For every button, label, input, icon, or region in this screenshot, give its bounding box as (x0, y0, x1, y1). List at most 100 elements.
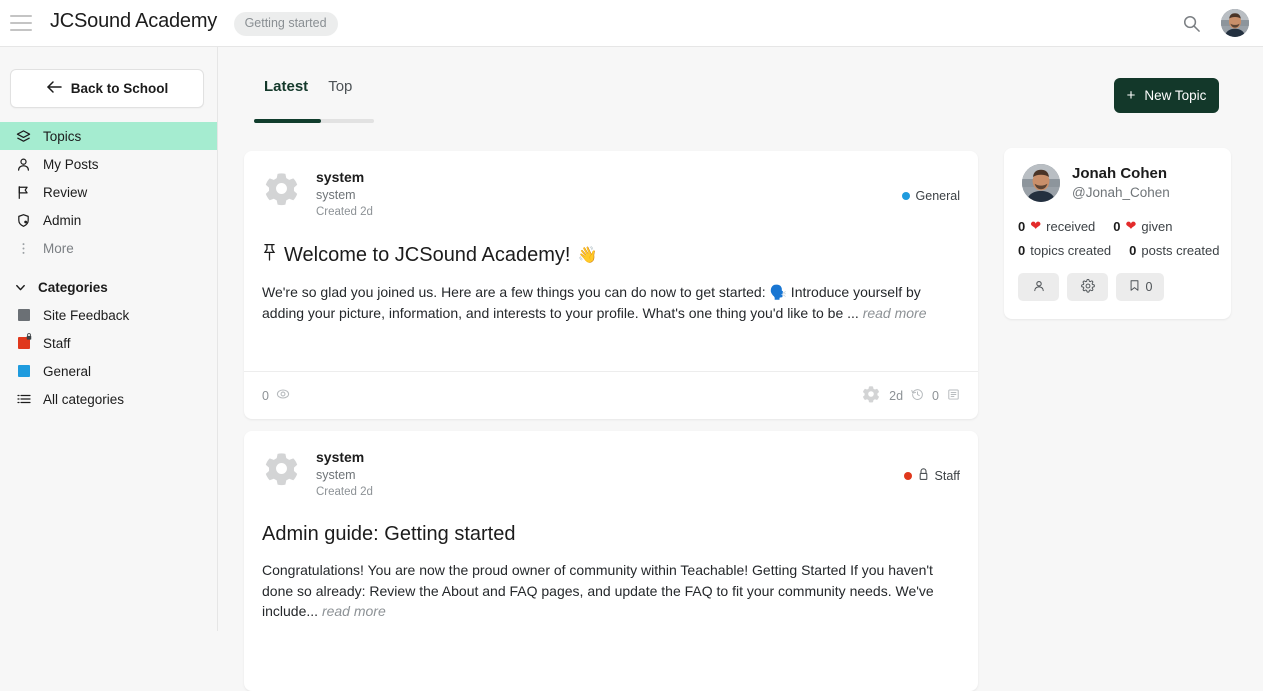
chevron-down-icon (13, 280, 28, 295)
avatar[interactable] (1022, 164, 1060, 202)
settings-button[interactable] (1067, 273, 1108, 301)
arrow-left-icon (46, 80, 62, 97)
sidebar-item-label: Topics (43, 128, 82, 144)
list-icon (16, 392, 31, 407)
profile-button[interactable] (1018, 273, 1059, 301)
flag-icon (16, 185, 31, 200)
profile-header: Jonah Cohen @Jonah_Cohen (1004, 148, 1231, 202)
sidebar-item-label: Review (43, 184, 88, 200)
topic-author-info: system system Created 2d (316, 169, 373, 221)
profile-content-stats: 0 topics created 0 posts created (1004, 243, 1231, 258)
bookmark-icon (1128, 279, 1141, 295)
last-activity-time: 2d (889, 388, 904, 403)
topic-card-footer: 0 2d 0 (244, 371, 978, 419)
sidebar-item-review[interactable]: Review (0, 178, 217, 206)
category-name: Staff (934, 469, 960, 483)
dots-vertical-icon (16, 241, 31, 256)
sidebar-category-all[interactable]: All categories (0, 385, 217, 413)
posts-created-count: 0 (1129, 243, 1137, 258)
categories-label: Categories (38, 279, 108, 295)
back-to-school-button[interactable]: Back to School (10, 69, 204, 108)
read-more-link[interactable]: read more (863, 305, 927, 321)
topic-title[interactable]: Welcome to JCSound Academy! 👋 (244, 221, 978, 268)
topic-title-text: Welcome to JCSound Academy! (284, 244, 571, 266)
topic-card[interactable]: system system Created 2d Staff Admin gui… (244, 431, 978, 691)
category-color-swatch (16, 333, 31, 351)
topic-category-badge[interactable]: General (901, 169, 960, 221)
user-profile-card: Jonah Cohen @Jonah_Cohen 0 ❤ received 0 … (1004, 148, 1231, 319)
topic-author-info: system system Created 2d (316, 449, 373, 501)
shield-icon (16, 213, 31, 228)
tab-latest[interactable]: Latest (254, 78, 318, 107)
topic-author-name: system (316, 169, 365, 185)
views-count: 0 (262, 388, 269, 403)
lock-icon (26, 333, 31, 340)
new-topic-button[interactable]: + New Topic (1114, 78, 1219, 113)
topic-title-text: Admin guide: Getting started (262, 523, 516, 545)
tab-underline-active (254, 119, 321, 123)
back-to-school-label: Back to School (70, 81, 169, 96)
topic-card-header: system system Created 2d General (244, 151, 978, 221)
read-more-link[interactable]: read more (322, 603, 386, 619)
sidebar-item-label: More (43, 240, 74, 256)
bookmarks-button[interactable]: 0 (1116, 273, 1164, 301)
search-icon[interactable] (1182, 14, 1201, 33)
left-sidebar: Back to School Topics My Posts Review Ad… (0, 47, 218, 631)
page-title: JCSound Academy Getting started (50, 10, 338, 36)
sidebar-item-more[interactable]: More (0, 234, 217, 262)
topic-author-name: system (316, 449, 365, 465)
top-header-bar: JCSound Academy Getting started (0, 0, 1263, 47)
category-dot (903, 472, 912, 480)
topic-excerpt: Congratulations! You are now the proud o… (244, 546, 978, 622)
topic-card[interactable]: system system Created 2d General Welcome… (244, 151, 978, 419)
person-icon (1032, 279, 1046, 296)
topic-excerpt: We're so glad you joined us. Here are a … (244, 268, 978, 323)
plus-icon: + (1126, 87, 1136, 104)
profile-identity: Jonah Cohen @Jonah_Cohen (1072, 164, 1170, 202)
sidebar-category-label: All categories (43, 391, 125, 407)
topic-created-time: Created 2d (316, 486, 373, 498)
posts-created-label: posts created (1141, 243, 1220, 258)
tab-top[interactable]: Top (318, 78, 362, 107)
wave-emoji: 👋 (577, 246, 598, 264)
avatar[interactable] (1221, 9, 1249, 37)
heart-icon: ❤ (1125, 218, 1137, 233)
new-topic-label: New Topic (1144, 88, 1207, 103)
likes-given-count: 0 (1113, 218, 1121, 234)
layers-icon (16, 129, 31, 144)
categories-section-header[interactable]: Categories (0, 273, 217, 301)
gear-icon (262, 449, 301, 488)
topics-created-count: 0 (1018, 243, 1026, 258)
comment-icon (947, 388, 960, 404)
likes-received-count: 0 (1018, 218, 1026, 234)
topic-excerpt-text: We're so glad you joined us. Here are a … (262, 284, 921, 321)
sidebar-category-general[interactable]: General (0, 357, 217, 385)
sidebar-item-my-posts[interactable]: My Posts (0, 150, 217, 178)
profile-handle: @Jonah_Cohen (1072, 185, 1170, 200)
sidebar-category-staff[interactable]: Staff (0, 329, 217, 357)
profile-name: Jonah Cohen (1072, 165, 1168, 182)
sidebar-item-topics[interactable]: Topics (0, 122, 217, 150)
likes-given-label: given (1141, 218, 1173, 234)
topic-filter-tabs: Latest Top (254, 78, 362, 107)
header-actions (1182, 9, 1249, 37)
sidebar-category-label: General (43, 363, 92, 379)
main-content: Latest Top + New Topic system system Cre… (218, 47, 1263, 691)
topic-card-header: system system Created 2d Staff (244, 431, 978, 501)
replies-count: 0 (932, 388, 939, 403)
bookmarks-count: 0 (1145, 280, 1153, 294)
topic-author-handle: system (316, 188, 356, 202)
topic-views: 0 (262, 387, 290, 404)
sidebar-category-label: Staff (43, 335, 71, 351)
eye-icon (276, 387, 290, 404)
topic-author-handle: system (316, 468, 356, 482)
sidebar-item-admin[interactable]: Admin (0, 206, 217, 234)
hamburger-menu-icon[interactable] (10, 15, 32, 31)
clock-icon (911, 388, 924, 404)
topic-category-badge[interactable]: Staff (903, 449, 960, 501)
topic-title[interactable]: Admin guide: Getting started (244, 501, 978, 546)
heart-icon: ❤ (1030, 218, 1042, 233)
pin-icon (262, 243, 277, 268)
category-name: General (915, 189, 960, 203)
sidebar-category-site-feedback[interactable]: Site Feedback (0, 301, 217, 329)
